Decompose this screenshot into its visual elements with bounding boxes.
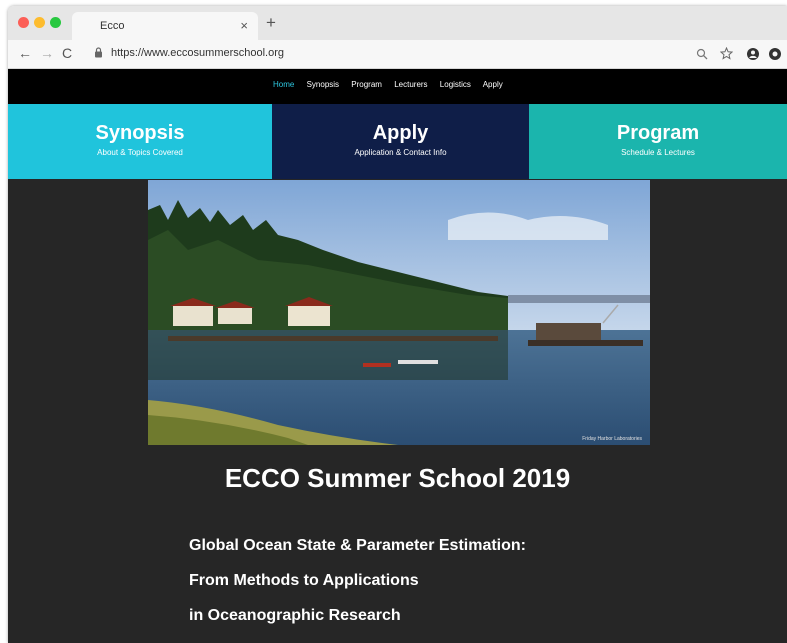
subtitle-line-1: Global Ocean State & Parameter Estimatio…	[189, 537, 526, 554]
forward-button[interactable]: →	[40, 45, 54, 61]
close-window-button[interactable]	[18, 17, 29, 28]
hero-photo: Friday Harbor Laboratories	[148, 180, 650, 445]
banner-synopsis-subtitle: About & Topics Covered	[97, 148, 183, 157]
nav-program-link[interactable]: Program	[351, 80, 382, 89]
tab-title: Ecco	[100, 20, 125, 32]
site-nav: Home Synopsis Program Lecturers Logistic…	[8, 69, 787, 104]
tab-close-icon[interactable]: ×	[240, 18, 248, 33]
new-tab-button[interactable]: +	[266, 13, 276, 33]
browser-window: Ecco × + ← → C https://www.eccosummersch…	[8, 6, 787, 643]
photo-credit: Friday Harbor Laboratories	[582, 436, 642, 442]
subtitle-line-3: in Oceanographic Research	[189, 607, 401, 624]
address-toolbar: ← → C https://www.eccosummerschool.org	[8, 40, 787, 69]
banner-program-title: Program	[616, 122, 700, 144]
zoom-window-button[interactable]	[50, 17, 61, 28]
extension-icon[interactable]	[768, 47, 782, 61]
nav-apply-link[interactable]: Apply	[483, 80, 503, 89]
reload-button[interactable]: C	[62, 45, 72, 61]
nav-lecturers-link[interactable]: Lecturers	[394, 80, 427, 89]
banner-apply-subtitle: Application & Contact Info	[354, 148, 447, 157]
banner-program-subtitle: Schedule & Lectures	[621, 148, 695, 157]
browser-tab[interactable]: Ecco ×	[72, 12, 258, 40]
account-icon[interactable]	[746, 47, 760, 61]
title-bar: Ecco × +	[8, 6, 787, 40]
star-icon[interactable]	[720, 47, 733, 60]
subtitle-line-2: From Methods to Applications	[189, 572, 419, 589]
banner-apply-title: Apply	[372, 122, 429, 144]
banner-program[interactable]: Program Schedule & Lectures	[529, 104, 787, 179]
url-field[interactable]: https://www.eccosummerschool.org	[111, 47, 284, 59]
nav-synopsis-link[interactable]: Synopsis	[307, 80, 339, 89]
page-content: Friday Harbor Laboratories ECCO Summer S…	[8, 179, 787, 643]
banner-apply[interactable]: Apply Application & Contact Info	[272, 104, 529, 179]
nav-home-link[interactable]: Home	[273, 80, 294, 89]
page-title: ECCO Summer School 2019	[224, 463, 571, 493]
lock-icon	[95, 47, 102, 58]
banner-synopsis[interactable]: Synopsis About & Topics Covered	[8, 104, 272, 179]
banner-synopsis-title: Synopsis	[95, 122, 185, 144]
nav-logistics-link[interactable]: Logistics	[440, 80, 471, 89]
back-button[interactable]: ←	[18, 45, 32, 61]
minimize-window-button[interactable]	[34, 17, 45, 28]
search-icon[interactable]	[696, 48, 708, 60]
